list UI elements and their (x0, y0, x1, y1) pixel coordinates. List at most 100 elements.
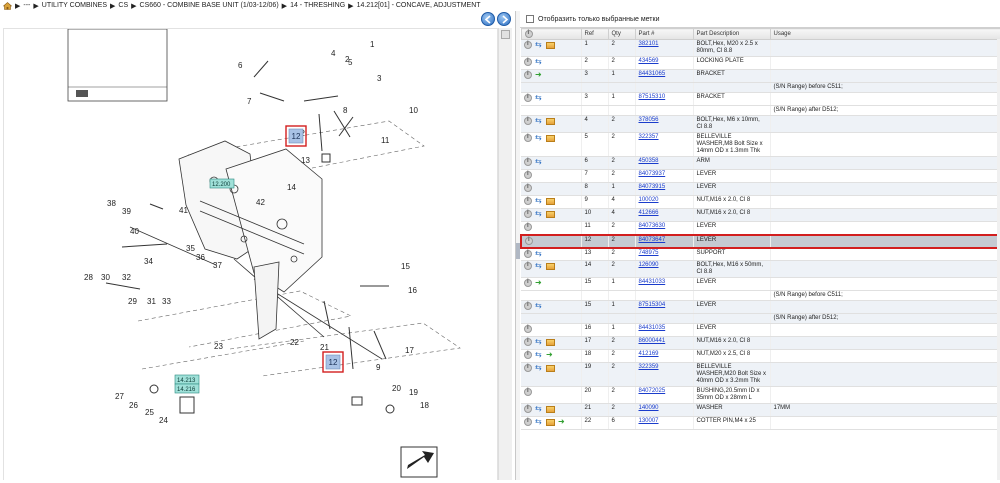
next-arrow-icon[interactable] (497, 12, 511, 26)
callout-30[interactable]: 30 (101, 273, 110, 282)
info-icon[interactable] (524, 364, 532, 372)
replacement-icon[interactable]: ⇆ (535, 338, 543, 346)
table-row[interactable]: ⇆ 15187515304 LEVER (521, 300, 1000, 314)
header-ref[interactable]: Ref (580, 28, 609, 40)
callout-38[interactable]: 38 (107, 199, 116, 208)
parts-diagram[interactable]: 1234567891011121314151617181920212223242… (3, 28, 498, 480)
part-number-link[interactable]: 87515304 (639, 302, 666, 308)
callout-14[interactable]: 14 (287, 183, 296, 192)
info-icon[interactable] (524, 184, 532, 192)
info-icon[interactable] (524, 58, 532, 66)
exit-view-icon[interactable] (400, 446, 438, 478)
table-row[interactable]: 11284073630 LEVER (521, 221, 1000, 235)
callout-19[interactable]: 19 (409, 388, 418, 397)
supersede-icon[interactable]: ➜ (535, 279, 543, 287)
previous-arrow-icon[interactable] (481, 12, 495, 26)
callout-7[interactable]: 7 (247, 97, 252, 106)
callout-1[interactable]: 1 (370, 40, 375, 49)
part-number-link[interactable]: 126090 (639, 262, 659, 268)
table-row[interactable]: 7284073937 LEVER (521, 169, 1000, 183)
table-row[interactable]: ⇆ 3187515310 BRACKET (521, 92, 1000, 106)
reference-tag-label[interactable]: 14.216 (177, 387, 196, 393)
replacement-icon[interactable]: ⇆ (535, 210, 543, 218)
table-row[interactable]: 20284072025 BUSHING,20.5mm ID x 35mm OD x… (521, 386, 1000, 404)
callout-33[interactable]: 33 (162, 297, 171, 306)
part-number-link[interactable]: 84073915 (639, 184, 666, 190)
info-icon[interactable] (524, 197, 532, 205)
breadcrumb-item-4[interactable]: 14 - THRESHING (290, 2, 345, 9)
part-number-link[interactable]: 84431065 (639, 71, 666, 77)
table-row[interactable]: ⇆ 192322359 BELLEVILLE WASHER,M20 Bolt Siz… (521, 362, 1000, 387)
package-icon[interactable] (546, 210, 555, 218)
replacement-icon[interactable]: ⇆ (535, 41, 543, 49)
part-number-link[interactable]: 130007 (639, 418, 659, 424)
replacement-icon[interactable]: ⇆ (535, 249, 543, 258)
replacement-icon[interactable]: ⇆ (535, 364, 543, 372)
home-icon[interactable] (3, 1, 12, 10)
package-icon[interactable] (546, 134, 555, 142)
part-number-link[interactable]: 322357 (639, 134, 659, 140)
table-row[interactable]: ⇆ 12382101 BOLT,Hex, M20 x 2.5 x 80mm, Cl … (521, 39, 1000, 57)
replacement-icon[interactable]: ⇆ (535, 302, 543, 310)
callout-21[interactable]: 21 (320, 343, 329, 352)
callout-15[interactable]: 15 (401, 262, 410, 271)
info-icon[interactable] (524, 351, 532, 359)
callout-24[interactable]: 24 (159, 416, 168, 425)
callout-23[interactable]: 23 (214, 342, 223, 351)
callout-11[interactable]: 11 (381, 136, 390, 145)
table-row[interactable]: ⇆ 52322357 BELLEVILLE WASHER,M8 Bolt Size … (521, 132, 1000, 157)
part-number-link[interactable]: 140090 (639, 405, 659, 411)
info-icon[interactable] (524, 158, 532, 166)
info-icon[interactable] (524, 210, 532, 218)
table-row[interactable]: ➜ 3184431065 BRACKET (521, 69, 1000, 83)
reference-tag-label[interactable]: 12.200 (212, 182, 231, 188)
table-row[interactable]: ⇆ 62450358 ARM (521, 156, 1000, 170)
callout-18[interactable]: 18 (420, 401, 429, 410)
header-part-number[interactable]: Part # (634, 28, 694, 40)
part-number-link[interactable]: 84431035 (639, 325, 666, 331)
header-part-description[interactable]: Part Description (692, 28, 771, 40)
header-qty[interactable]: Qty (607, 28, 636, 40)
info-icon[interactable] (524, 41, 532, 49)
callout-25[interactable]: 25 (145, 408, 154, 417)
info-icon[interactable] (524, 134, 532, 142)
callout-6[interactable]: 6 (238, 61, 243, 70)
table-row[interactable]: 12284073647 LEVER (520, 233, 1000, 249)
breadcrumb-item-2[interactable]: CS (118, 2, 128, 9)
replacement-icon[interactable]: ⇆ (535, 351, 543, 359)
callout-26[interactable]: 26 (129, 401, 138, 410)
table-row[interactable]: ⇆ 17286000441 NUT,M16 x 2.0, Cl 8 (521, 336, 1000, 350)
replacement-icon[interactable]: ⇆ (535, 158, 543, 166)
header-select-all[interactable] (520, 28, 582, 40)
callout-36[interactable]: 36 (196, 253, 205, 262)
info-icon[interactable] (524, 30, 533, 38)
breadcrumb-item-0[interactable]: --- (23, 2, 30, 9)
info-icon[interactable] (524, 279, 532, 287)
callout-32[interactable]: 32 (122, 273, 131, 282)
package-icon[interactable] (546, 262, 555, 270)
replacement-icon[interactable]: ⇆ (535, 58, 543, 66)
replacement-icon[interactable]: ⇆ (535, 197, 543, 205)
callout-12-label[interactable]: 12 (329, 358, 338, 367)
info-icon[interactable] (524, 418, 532, 426)
callout-3[interactable]: 3 (377, 74, 382, 83)
part-number-link[interactable]: 100020 (639, 197, 659, 203)
reference-tag-label[interactable]: 14.213 (177, 378, 196, 384)
table-row[interactable]: ⇆ 104412666 NUT,M16 x 2.0, Cl 8 (521, 208, 1000, 222)
part-number-link[interactable]: 412666 (639, 210, 659, 216)
breadcrumb-item-1[interactable]: UTILITY COMBINES (42, 2, 107, 9)
callout-8[interactable]: 8 (343, 106, 348, 115)
table-row[interactable]: ⇆ 212140090 WASHER17MM (521, 403, 1000, 417)
info-icon[interactable] (524, 117, 532, 125)
table-row-note[interactable]: (S/N Range) before C511; (521, 290, 1000, 301)
callout-41[interactable]: 41 (179, 206, 188, 215)
table-row-note[interactable]: (S/N Range) before C511; (521, 82, 1000, 93)
callout-12-label[interactable]: 12 (292, 132, 301, 141)
callout-35[interactable]: 35 (186, 244, 195, 253)
info-icon[interactable] (524, 325, 532, 333)
info-icon[interactable] (525, 236, 533, 245)
info-icon[interactable] (524, 388, 532, 396)
callout-10[interactable]: 10 (409, 106, 418, 115)
part-number-link[interactable]: 87515310 (639, 94, 666, 100)
callout-17[interactable]: 17 (405, 346, 414, 355)
